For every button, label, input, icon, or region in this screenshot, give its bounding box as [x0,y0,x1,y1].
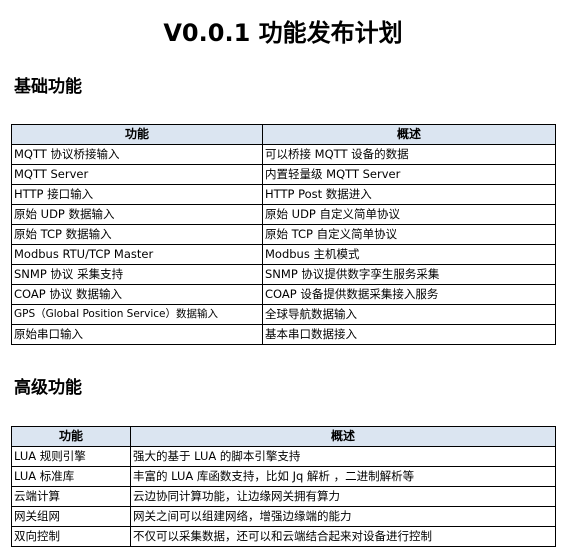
feature-cell: LUA 规则引擎 [11,446,131,467]
feature-cell: Modbus RTU/TCP Master [11,244,263,265]
table-row: 原始 TCP 数据输入 原始 TCP 自定义简单协议 [11,224,556,245]
feature-cell: MQTT Server [11,164,263,185]
summary-cell: 原始 TCP 自定义简单协议 [262,224,556,245]
feature-cell: 云端计算 [11,486,131,507]
summary-cell: 全球导航数据输入 [262,304,556,325]
table-header-row: 功能 概述 [11,124,556,145]
table-row: GPS（Global Position Service）数据输入 全球导航数据输入 [11,304,556,325]
table-row: 网关组网 网关之间可以组建网络，增强边缘端的能力 [11,506,556,527]
column-header-summary: 概述 [262,124,556,145]
feature-cell: 双向控制 [11,526,131,547]
table-row: 原始串口输入 基本串口数据接入 [11,324,556,345]
column-header-feature: 功能 [11,124,263,145]
feature-cell: LUA 标准库 [11,466,131,487]
summary-cell: 可以桥接 MQTT 设备的数据 [262,144,556,165]
table-row: MQTT 协议桥接输入 可以桥接 MQTT 设备的数据 [11,144,556,165]
feature-cell: SNMP 协议 采集支持 [11,264,263,285]
summary-cell: 基本串口数据接入 [262,324,556,345]
summary-cell: 网关之间可以组建网络，增强边缘端的能力 [130,506,556,527]
column-header-feature: 功能 [11,426,131,447]
summary-cell: 不仅可以采集数据，还可以和云端结合起来对设备进行控制 [130,526,556,547]
feature-cell: MQTT 协议桥接输入 [11,144,263,165]
feature-cell: 原始 UDP 数据输入 [11,204,263,225]
column-header-summary: 概述 [130,426,556,447]
feature-cell: GPS（Global Position Service）数据输入 [11,304,263,325]
table-row: 云端计算 云边协同计算功能，让边缘网关拥有算力 [11,486,556,507]
summary-cell: SNMP 协议提供数字孪生服务采集 [262,264,556,285]
feature-cell: COAP 协议 数据输入 [11,284,263,305]
table-row: 双向控制 不仅可以采集数据，还可以和云端结合起来对设备进行控制 [11,526,556,547]
basic-features-table: 功能 概述 MQTT 协议桥接输入 可以桥接 MQTT 设备的数据 MQTT Se… [11,124,556,345]
summary-cell: 云边协同计算功能，让边缘网关拥有算力 [130,486,556,507]
feature-cell: 原始 TCP 数据输入 [11,224,263,245]
summary-cell: 强大的基于 LUA 的脚本引擎支持 [130,446,556,467]
summary-cell: COAP 设备提供数据采集接入服务 [262,284,556,305]
table-row: 原始 UDP 数据输入 原始 UDP 自定义简单协议 [11,204,556,225]
table-header-row: 功能 概述 [11,426,556,447]
summary-cell: Modbus 主机模式 [262,244,556,265]
table-row: Modbus RTU/TCP Master Modbus 主机模式 [11,244,556,265]
summary-cell: HTTP Post 数据进入 [262,184,556,205]
section-heading-basic: 基础功能 [14,77,82,97]
table-row: LUA 标准库 丰富的 LUA 库函数支持，比如 Jq 解析 ，二进制解析等 [11,466,556,487]
table-row: SNMP 协议 采集支持 SNMP 协议提供数字孪生服务采集 [11,264,556,285]
feature-cell: 原始串口输入 [11,324,263,345]
table-row: COAP 协议 数据输入 COAP 设备提供数据采集接入服务 [11,284,556,305]
table-row: LUA 规则引擎 强大的基于 LUA 的脚本引擎支持 [11,446,556,467]
table-row: HTTP 接口输入 HTTP Post 数据进入 [11,184,556,205]
page-title: V0.0.1 功能发布计划 [163,19,403,47]
table-row: MQTT Server 内置轻量级 MQTT Server [11,164,556,185]
summary-cell: 原始 UDP 自定义简单协议 [262,204,556,225]
feature-cell: HTTP 接口输入 [11,184,263,205]
advanced-features-table: 功能 概述 LUA 规则引擎 强大的基于 LUA 的脚本引擎支持 LUA 标准库丰… [11,426,556,547]
section-heading-advanced: 高级功能 [14,378,82,398]
summary-cell: 丰富的 LUA 库函数支持，比如 Jq 解析 ，二进制解析等 [130,466,556,487]
feature-cell: 网关组网 [11,506,131,527]
summary-cell: 内置轻量级 MQTT Server [262,164,556,185]
